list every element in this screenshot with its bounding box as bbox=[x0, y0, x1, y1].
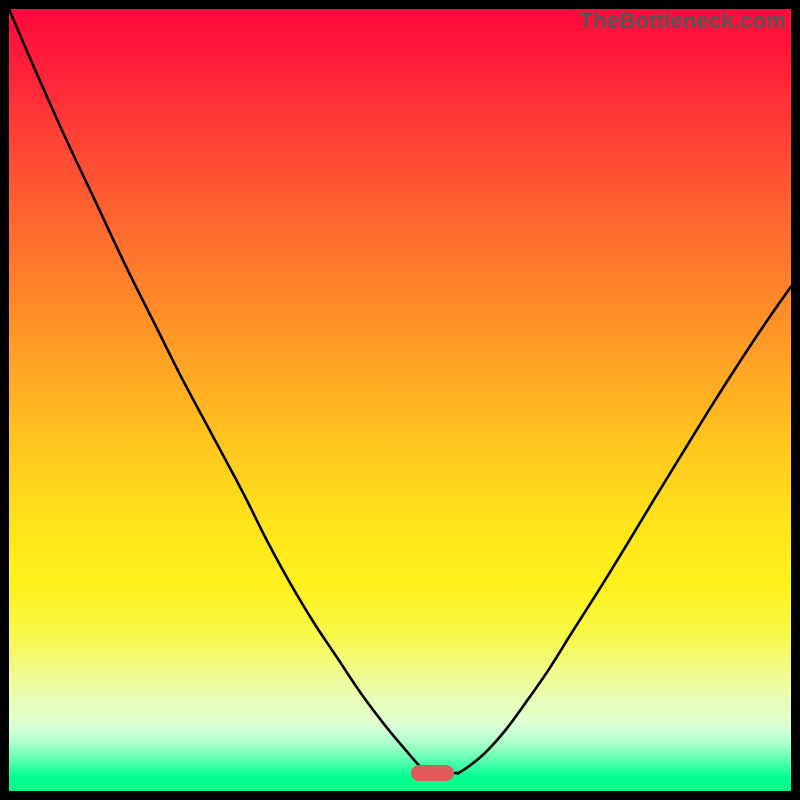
chart-frame: TheBottleneck.com bbox=[0, 0, 800, 800]
plot-area bbox=[9, 9, 791, 791]
bottleneck-curve bbox=[9, 9, 791, 791]
optimum-marker bbox=[411, 765, 454, 781]
curve-path bbox=[9, 9, 791, 774]
